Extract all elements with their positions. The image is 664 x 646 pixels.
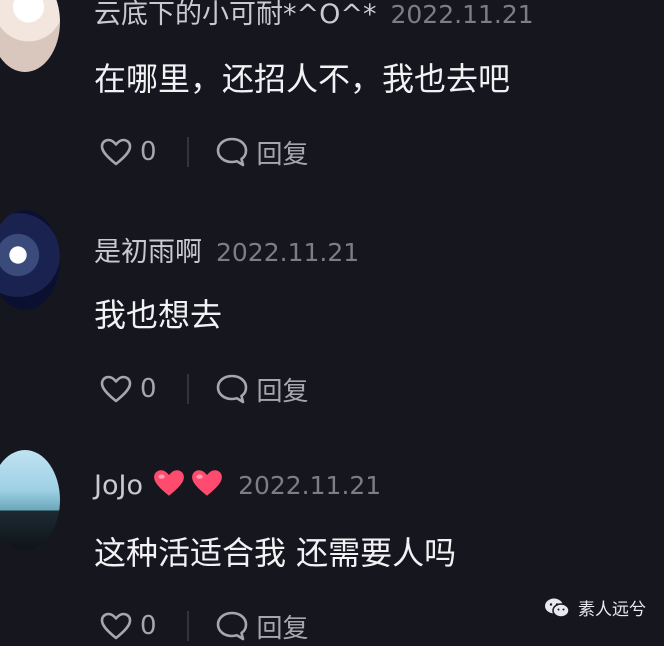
comment-date: 2022.11.21 [238,471,382,500]
reply-label: 回复 [256,139,309,170]
reply-label: 回复 [256,376,309,407]
heart-outline-icon [100,138,132,166]
action-divider [186,611,189,641]
reply-label: 回复 [256,613,309,644]
comment-text: 这种活适合我 还需要人吗 [94,534,457,572]
speech-bubble-icon [216,611,247,641]
wechat-icon [545,598,570,618]
speech-bubble-icon [216,374,247,404]
like-count: 0 [140,611,157,641]
action-divider [186,374,189,404]
avatar[interactable] [0,450,60,550]
heart-emoji-icon [152,468,186,502]
comment-meta: JoJo 2022.11.21 [94,468,381,502]
reply-button[interactable]: 回复 [215,134,309,171]
reply-button[interactable]: 回复 [215,371,309,408]
like-button[interactable]: 0 [100,137,157,167]
comment-meta: 是初雨啊 2022.11.21 [94,230,359,269]
comment-actions: 0 回复 [100,369,309,409]
action-divider [186,137,189,167]
comment-actions: 0 回复 [100,606,309,646]
watermark: 素人远兮 [544,595,646,620]
comment-date: 2022.11.21 [390,0,534,29]
comment-username[interactable]: JoJo [94,470,143,501]
like-button[interactable]: 0 [100,611,157,641]
avatar[interactable] [0,210,60,310]
like-button[interactable]: 0 [100,374,157,404]
comment-meta: 云底下的小可耐*^O^* 2022.11.21 [94,0,534,31]
heart-outline-icon [100,375,132,403]
comment-text: 我也想去 [94,296,223,334]
comment-date: 2022.11.21 [216,238,360,267]
watermark-text: 素人远兮 [578,600,646,620]
comment-text: 在哪里，还招人不，我也去吧 [94,60,511,98]
reply-button[interactable]: 回复 [215,608,309,645]
heart-emoji-icon [190,468,224,502]
comment-actions: 0 回复 [100,132,309,172]
speech-bubble-icon [216,137,247,167]
comment-username[interactable]: 云底下的小可耐*^O^* [94,0,377,30]
avatar[interactable] [0,0,60,72]
like-count: 0 [140,137,157,167]
like-count: 0 [140,374,157,404]
comment-username[interactable]: 是初雨啊 [94,237,202,268]
